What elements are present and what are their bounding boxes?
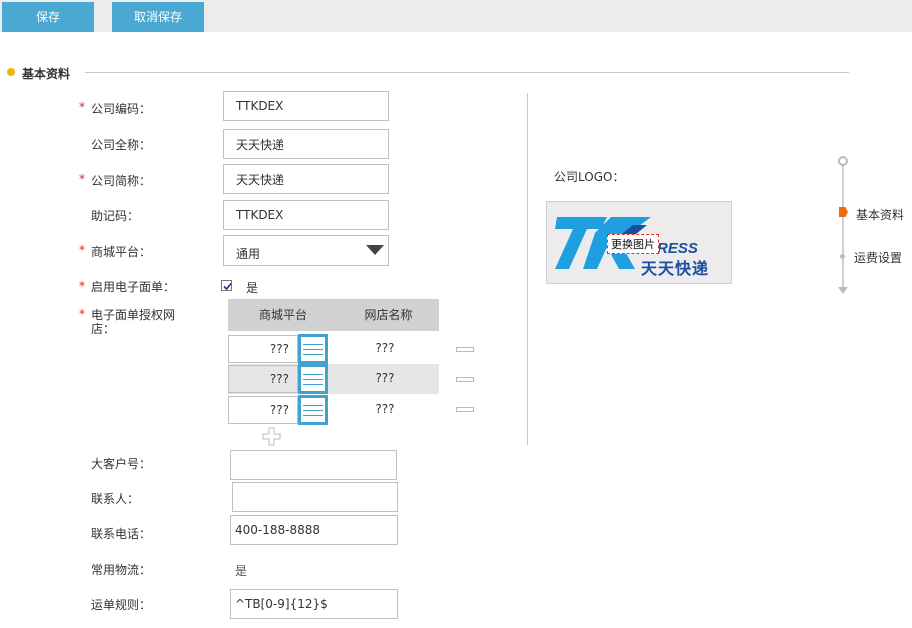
row-shop-name: ???	[375, 402, 395, 416]
nav-top-circle-icon	[838, 156, 848, 166]
enable-eform-yes-label: 是	[246, 281, 259, 295]
required-mark: *	[79, 100, 85, 114]
row-platform-input[interactable]: ???	[228, 396, 298, 424]
mnemonic-input[interactable]	[223, 200, 389, 230]
row-platform-input[interactable]: ???	[228, 335, 298, 363]
nav-track	[842, 163, 844, 293]
dropdown-arrow-icon	[366, 245, 384, 255]
save-button[interactable]: 保存	[2, 2, 94, 32]
contact-label: 联系人：	[91, 492, 140, 506]
add-row-plus-icon[interactable]	[262, 427, 281, 446]
list-select-button[interactable]	[298, 364, 328, 394]
remove-row-button[interactable]	[456, 377, 474, 382]
row-shop-name: ???	[375, 341, 395, 355]
list-select-button[interactable]	[298, 395, 328, 425]
logo-brand-cn: 天天快递	[641, 259, 710, 278]
section-divider	[85, 72, 849, 73]
company-code-label: 公司编码：	[91, 102, 152, 116]
mall-platform-label: 商城平台：	[91, 245, 152, 259]
required-mark: *	[79, 307, 85, 321]
table-header-platform: 商城平台	[228, 299, 338, 331]
mall-platform-selected: 通用	[236, 247, 261, 261]
list-icon	[301, 398, 325, 422]
enable-eform-label: 启用电子面单：	[91, 280, 176, 294]
required-mark: *	[79, 172, 85, 186]
company-shortname-label: 公司简称：	[91, 174, 152, 188]
contact-input[interactable]	[232, 482, 398, 512]
nav-active-marker-icon	[839, 207, 848, 217]
nav-item-basic-info[interactable]: 基本资料	[856, 206, 904, 223]
list-icon	[301, 337, 325, 361]
big-customer-input[interactable]	[230, 450, 397, 480]
waybill-rule-input[interactable]	[230, 589, 398, 619]
remove-row-button[interactable]	[456, 407, 474, 412]
section-title: 基本资料	[22, 67, 71, 81]
enable-eform-checkbox[interactable]	[221, 280, 232, 291]
company-fullname-label: 公司全称：	[91, 138, 152, 152]
list-select-button[interactable]	[298, 334, 328, 364]
row-platform-input[interactable]: ???	[228, 365, 298, 393]
section-dot	[7, 68, 15, 76]
big-customer-label: 大客户号：	[91, 457, 152, 471]
common-logistics-label: 常用物流：	[91, 563, 152, 577]
phone-input[interactable]	[230, 515, 398, 545]
mnemonic-label: 助记码：	[91, 209, 140, 223]
company-fullname-input[interactable]	[223, 129, 389, 159]
waybill-rule-label: 运单规则：	[91, 598, 152, 612]
mall-platform-select[interactable]: 通用	[223, 235, 389, 266]
required-mark: *	[79, 243, 85, 257]
vertical-divider	[527, 93, 528, 445]
phone-label: 联系电话：	[91, 527, 152, 541]
nav-item-freight-settings[interactable]: 运费设置	[854, 249, 902, 266]
company-shortname-input[interactable]	[223, 164, 389, 194]
replace-image-button[interactable]: 更换图片	[607, 234, 659, 254]
company-logo-label: 公司LOGO：	[554, 170, 625, 184]
company-code-input[interactable]	[223, 91, 389, 121]
row-shop-name: ???	[375, 371, 395, 385]
nav-down-arrow-icon	[838, 287, 848, 294]
common-logistics-value: 是	[235, 564, 248, 578]
top-toolbar: 保存 取消保存	[0, 0, 912, 32]
auth-shops-label-line2: 店：	[91, 322, 116, 336]
remove-row-button[interactable]	[456, 347, 474, 352]
cancel-save-button[interactable]: 取消保存	[112, 2, 204, 32]
table-header-shop-name: 网店名称	[338, 299, 439, 331]
checkmark-icon	[223, 282, 232, 291]
nav-dot-icon	[840, 254, 845, 259]
list-icon	[301, 367, 325, 391]
required-mark: *	[79, 279, 85, 293]
